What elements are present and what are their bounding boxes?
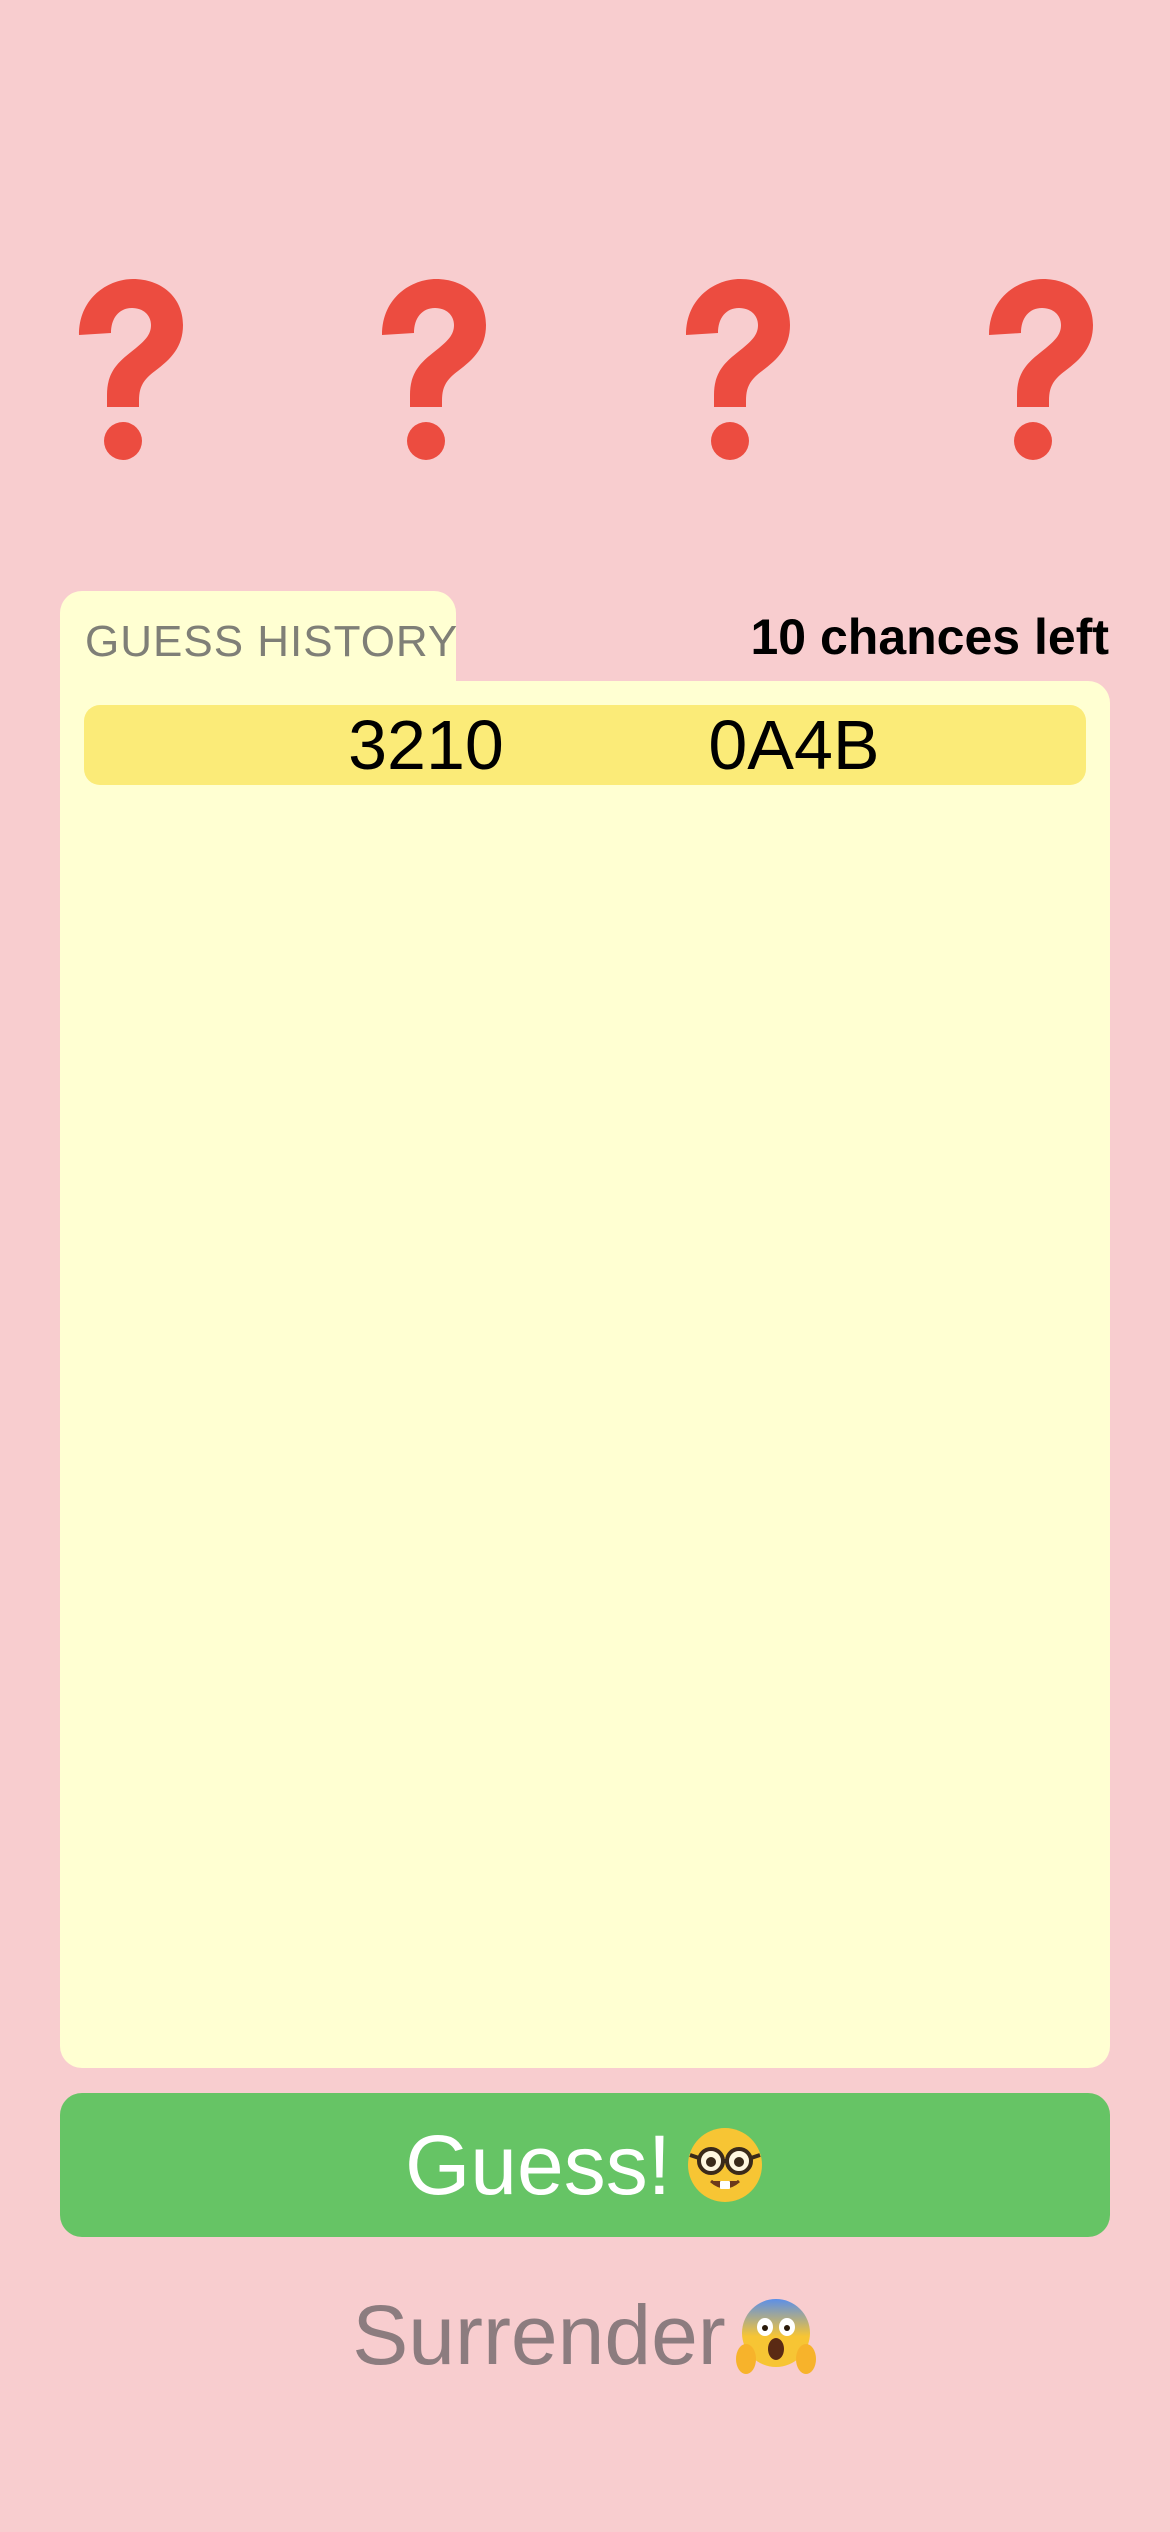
question-mark-icon: [637, 260, 837, 480]
surrender-button[interactable]: Surrender: [0, 2280, 1170, 2390]
history-guess: 3210: [348, 706, 504, 784]
guess-button-label: Guess!: [404, 2117, 672, 2212]
guess-history-list[interactable]: 3210 0A4B: [60, 681, 1110, 2068]
history-row: 3210 0A4B: [84, 705, 1086, 785]
question-mark-icon: [940, 260, 1140, 480]
question-mark-icon: [333, 260, 533, 480]
nerd-face-icon: [685, 2125, 765, 2205]
guess-button[interactable]: Guess!: [60, 2093, 1110, 2237]
surrender-button-label: Surrender: [352, 2287, 726, 2382]
chances-left-label: 10 chances left: [750, 609, 1109, 665]
guess-history-title: GUESS HISTORY: [85, 617, 459, 666]
question-mark-icon: [30, 260, 230, 480]
screaming-face-icon: [734, 2293, 818, 2377]
secret-digits: [0, 260, 1170, 480]
history-result: 0A4B: [708, 706, 880, 784]
